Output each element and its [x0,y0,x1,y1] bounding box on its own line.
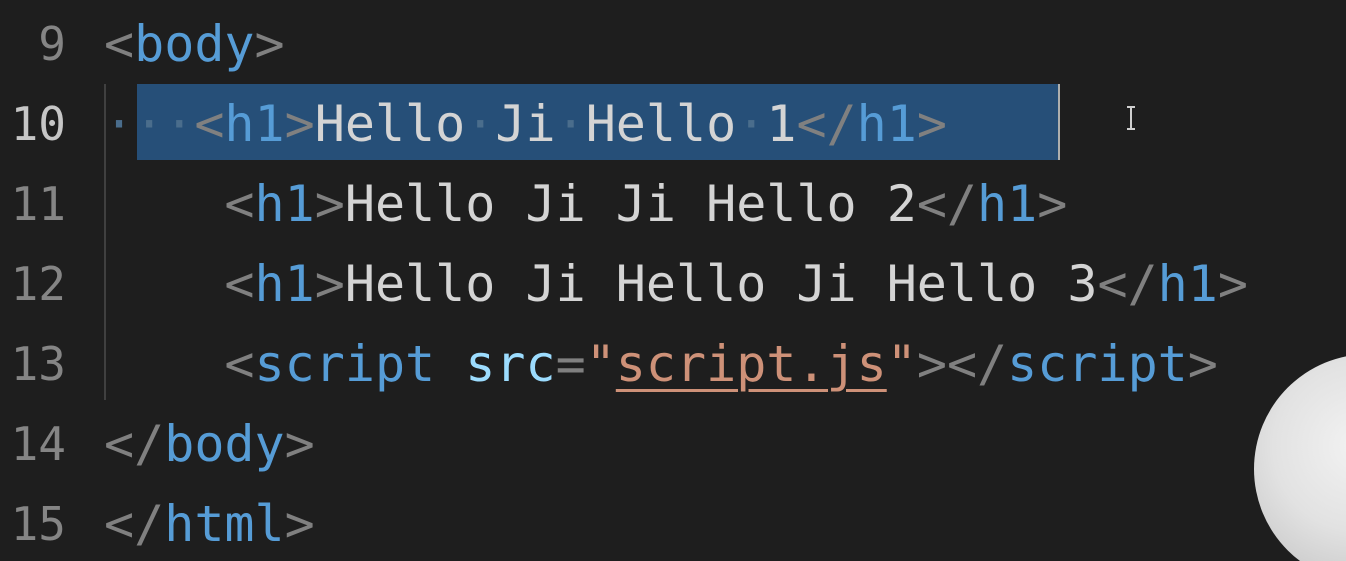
code-line[interactable]: 13 <script src="script.js"></script> [0,324,1346,404]
code-token: < [224,175,255,233]
code-line[interactable]: 12 <h1>Hello Ji Hello Ji Hello 3</h1> [0,244,1346,324]
code-token: 1 [766,95,797,153]
code-text: <h1>Hello Ji Hello Ji Hello 3</h1> [104,244,1248,324]
code-token: ></ [916,335,1008,393]
code-token: < [104,15,135,73]
code-token: h1 [224,95,285,153]
code-token: body [164,415,285,473]
code-token: Hello [314,95,466,153]
line-number: 14 [10,417,66,471]
code-token: > [284,495,315,553]
code-token: h1 [856,95,917,153]
code-token: Hello [585,95,737,153]
code-token: h1 [254,255,315,313]
code-token: Hello Ji Ji Hello 2 [344,175,917,233]
code-token: · [736,95,767,153]
code-token: > [284,95,315,153]
code-token: html [164,495,285,553]
code-token: </ [104,415,165,473]
code-text: <body> [104,4,285,84]
code-text: </html> [104,484,315,561]
code-token: > [916,95,947,153]
code-line[interactable]: 14 </body> [0,404,1346,484]
code-token: " [585,335,616,393]
code-token: src [465,335,556,393]
code-token: </ [104,495,165,553]
code-text: ···<h1>Hello·Ji·Hello·1</h1> [104,84,947,164]
code-token: > [314,175,345,233]
code-token: ··· [104,95,195,153]
code-token: < [194,95,225,153]
code-token: body [134,15,255,73]
line-number: 10 [10,97,66,151]
code-token: </ [1097,255,1158,313]
code-token: < [224,255,255,313]
text-caret [1058,84,1060,160]
line-number: 12 [10,257,66,311]
code-token: < [224,335,255,393]
code-token: h1 [254,175,315,233]
line-number: 9 [38,17,66,71]
code-token: > [1217,255,1248,313]
code-token: script [1007,335,1188,393]
code-token: " [886,335,917,393]
line-number: 11 [10,177,66,231]
code-token: > [1187,335,1218,393]
line-number: 13 [10,337,66,391]
code-line[interactable]: 15 </html> [0,484,1346,561]
code-token: h1 [977,175,1038,233]
code-token: Ji [495,95,556,153]
code-token: script.js [615,335,887,393]
code-token: Hello Ji Hello Ji Hello 3 [344,255,1098,313]
code-token: · [465,95,496,153]
code-token: </ [916,175,978,233]
code-token: · [555,95,586,153]
line-number: 15 [10,497,66,551]
code-text: </body> [104,404,315,484]
code-token: > [254,15,285,73]
mouse-ibeam-cursor-icon [1124,106,1138,130]
code-token: > [1037,175,1068,233]
code-token: </ [796,95,857,153]
code-token: > [314,255,345,313]
code-line[interactable]: 10 ···<h1>Hello·Ji·Hello·1</h1> [0,84,1346,164]
code-text: <h1>Hello Ji Ji Hello 2</h1> [104,164,1067,244]
code-line[interactable]: 9 <body> [0,4,1346,84]
code-token: > [284,415,315,473]
code-token: script [254,335,436,393]
code-line[interactable]: 11 <h1>Hello Ji Ji Hello 2</h1> [0,164,1346,244]
code-token: h1 [1157,255,1218,313]
code-text: <script src="script.js"></script> [104,324,1218,404]
code-token: = [555,335,586,393]
code-editor[interactable]: 9 <body> 10 ···<h1>Hello·Ji·Hello·1</h1> 11 … [0,0,1346,561]
